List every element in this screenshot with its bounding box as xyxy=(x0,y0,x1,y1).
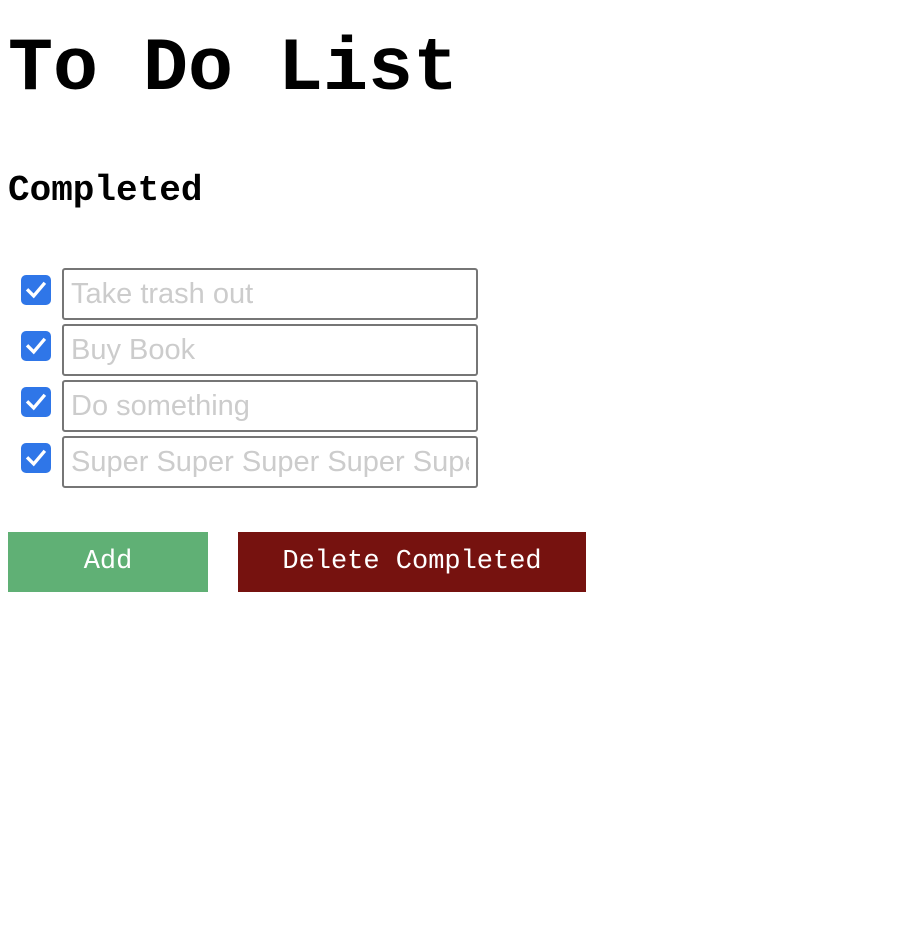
add-button[interactable]: Add xyxy=(8,532,208,592)
todo-list xyxy=(20,268,480,492)
todo-item xyxy=(20,268,480,320)
todo-item xyxy=(20,324,480,376)
checkmark-icon xyxy=(25,337,47,355)
checkmark-icon xyxy=(25,281,47,299)
todo-text-input[interactable] xyxy=(62,268,478,320)
delete-completed-button[interactable]: Delete Completed xyxy=(238,532,586,592)
section-heading-completed: Completed xyxy=(8,170,203,211)
todo-checkbox[interactable] xyxy=(21,331,51,361)
todo-checkbox[interactable] xyxy=(21,387,51,417)
todo-text-input[interactable] xyxy=(62,324,478,376)
page-title: To Do List xyxy=(8,27,459,112)
todo-checkbox[interactable] xyxy=(21,443,51,473)
todo-item xyxy=(20,436,480,488)
checkmark-icon xyxy=(25,393,47,411)
todo-text-input[interactable] xyxy=(62,380,478,432)
todo-item xyxy=(20,380,480,432)
todo-text-input[interactable] xyxy=(62,436,478,488)
checkmark-icon xyxy=(25,449,47,467)
todo-checkbox[interactable] xyxy=(21,275,51,305)
